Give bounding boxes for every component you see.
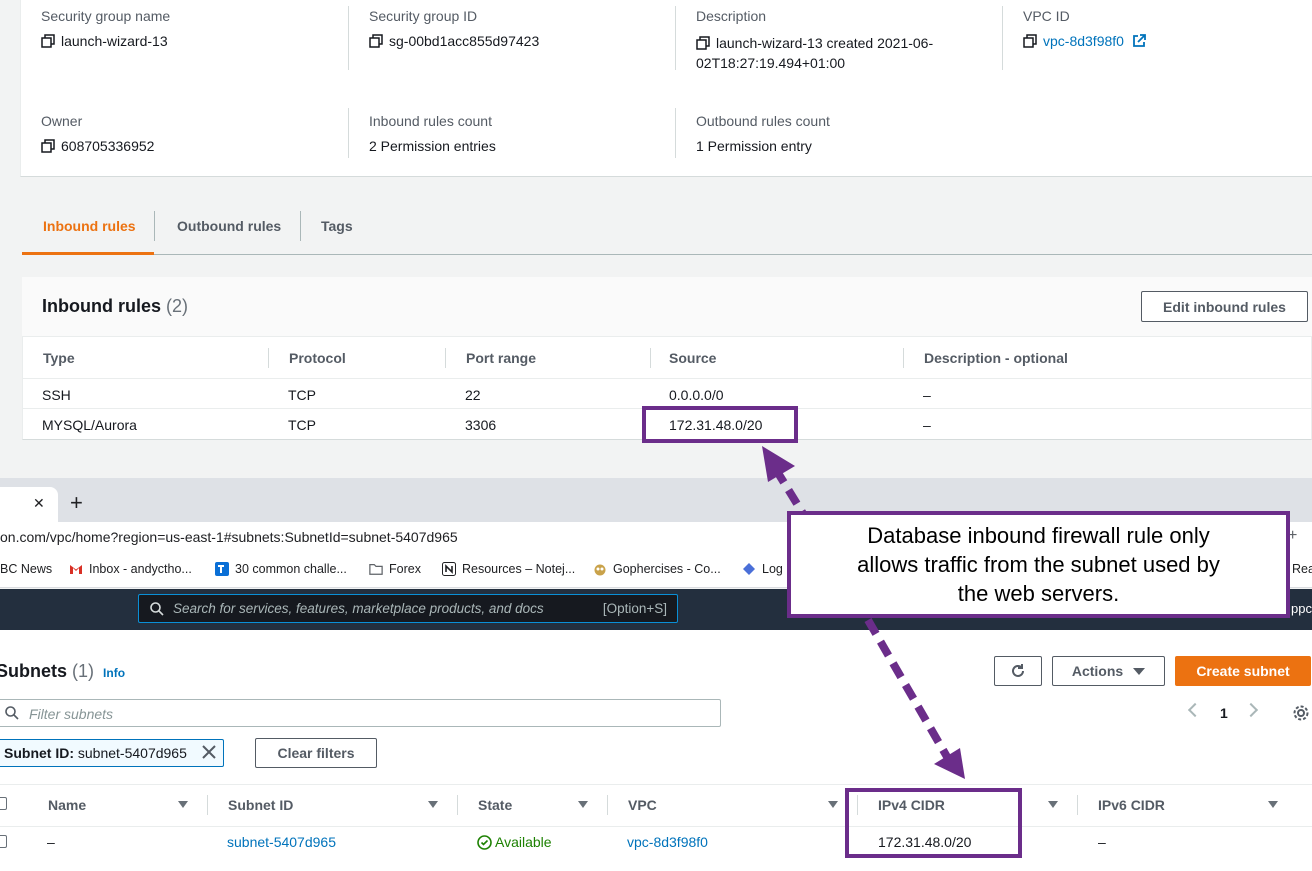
annotation-callout: Database inbound firewall rule only allo…: [787, 511, 1290, 618]
annotation-line2: allows traffic from the subnet used by: [857, 552, 1220, 577]
annotation-arrows: [762, 446, 965, 779]
annotation-line3: the web servers.: [957, 581, 1120, 606]
annotation-line1: Database inbound firewall rule only: [867, 523, 1210, 548]
